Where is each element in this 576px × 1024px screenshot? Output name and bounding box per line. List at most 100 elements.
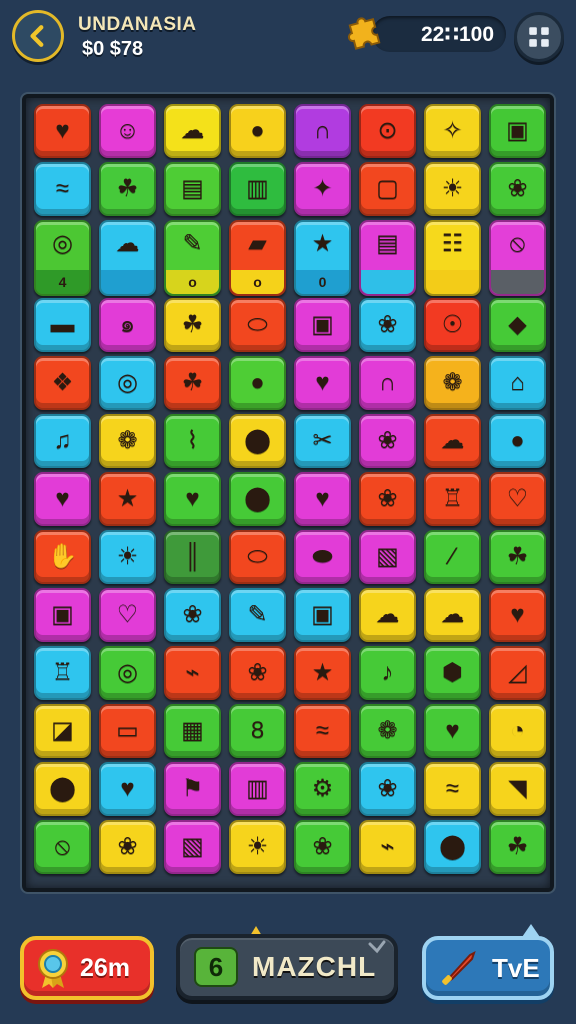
board-tile[interactable]: ▣ bbox=[34, 588, 91, 642]
board-tile[interactable]: ☘ bbox=[164, 298, 221, 352]
board-tile[interactable]: ⬭ bbox=[229, 298, 286, 352]
board-tile[interactable]: ◿ bbox=[489, 646, 546, 700]
board-tile[interactable]: ♥ bbox=[34, 472, 91, 526]
board-tile[interactable]: ❀ bbox=[359, 298, 416, 352]
board-tile[interactable]: ◎ bbox=[99, 356, 156, 410]
board-tile[interactable]: ✂ bbox=[294, 414, 351, 468]
board-tile[interactable]: ⦸ bbox=[489, 220, 546, 296]
board-tile[interactable]: ♥ bbox=[164, 472, 221, 526]
board-tile[interactable]: ⚙ bbox=[294, 762, 351, 816]
board-tile[interactable]: ☀ bbox=[424, 162, 481, 216]
board-tile[interactable]: ❀ bbox=[229, 646, 286, 700]
board-tile[interactable]: ▣ bbox=[294, 298, 351, 352]
match-button[interactable]: 6 MAZCHL bbox=[176, 934, 398, 1000]
board-tile[interactable]: ♥ bbox=[489, 588, 546, 642]
board-tile[interactable]: ☁ bbox=[359, 588, 416, 642]
board-tile[interactable]: ❀ bbox=[359, 414, 416, 468]
board-tile[interactable]: ❖ bbox=[34, 356, 91, 410]
board-tile[interactable]: ✎ o bbox=[164, 220, 221, 296]
board-tile[interactable]: ★ 0 bbox=[294, 220, 351, 296]
board-tile[interactable]: ⬤ bbox=[229, 472, 286, 526]
board-tile[interactable]: ♫ bbox=[34, 414, 91, 468]
board-tile[interactable]: ∩ bbox=[294, 104, 351, 158]
board-tile[interactable]: ▣ bbox=[294, 588, 351, 642]
board-tile[interactable]: ≈ bbox=[34, 162, 91, 216]
board-tile[interactable]: ∩ bbox=[359, 356, 416, 410]
board-tile[interactable]: ♥ bbox=[424, 704, 481, 758]
board-tile[interactable]: ♥ bbox=[294, 472, 351, 526]
board-tile[interactable]: ▧ bbox=[164, 820, 221, 874]
board-tile[interactable]: ⬤ bbox=[424, 820, 481, 874]
board-tile[interactable]: ♥ bbox=[34, 104, 91, 158]
board-tile[interactable]: ● bbox=[489, 414, 546, 468]
board-tile[interactable]: ☘ bbox=[489, 530, 546, 584]
board-tile[interactable]: ✋ bbox=[34, 530, 91, 584]
board-tile[interactable]: ❁ bbox=[99, 414, 156, 468]
board-tile[interactable]: ◥ bbox=[489, 762, 546, 816]
board-tile[interactable]: ● bbox=[229, 356, 286, 410]
board-tile[interactable]: ⚑ bbox=[164, 762, 221, 816]
board-tile[interactable]: ❁ bbox=[424, 356, 481, 410]
board-tile[interactable]: ❀ bbox=[164, 588, 221, 642]
board-tile[interactable]: ☷ bbox=[424, 220, 481, 296]
board-tile[interactable]: ▤ bbox=[164, 162, 221, 216]
settings-button[interactable] bbox=[514, 12, 564, 62]
board-tile[interactable]: ♖ bbox=[424, 472, 481, 526]
board-tile[interactable]: ║ bbox=[164, 530, 221, 584]
board-tile[interactable]: ❀ bbox=[99, 820, 156, 874]
board-tile[interactable]: ☀ bbox=[99, 530, 156, 584]
board-tile[interactable]: ☀ bbox=[229, 820, 286, 874]
board-tile[interactable]: ▰ o bbox=[229, 220, 286, 296]
board-tile[interactable]: ๑ bbox=[99, 298, 156, 352]
board-tile[interactable]: ♡ bbox=[99, 588, 156, 642]
board-tile[interactable]: ⬭ bbox=[229, 530, 286, 584]
board-tile[interactable]: ▢ bbox=[359, 162, 416, 216]
timer-button[interactable]: 26m bbox=[20, 936, 154, 1000]
board-tile[interactable]: ∕ bbox=[424, 530, 481, 584]
board-tile[interactable]: ★ bbox=[99, 472, 156, 526]
board-tile[interactable]: ⦸ bbox=[34, 820, 91, 874]
board-tile[interactable]: ▭ bbox=[99, 704, 156, 758]
tve-button[interactable]: TvE bbox=[422, 936, 554, 1000]
board-tile[interactable]: ★ bbox=[294, 646, 351, 700]
board-tile[interactable]: ≈ bbox=[294, 704, 351, 758]
board-tile[interactable]: ▧ bbox=[359, 530, 416, 584]
board-tile[interactable]: ☁ bbox=[424, 588, 481, 642]
board-tile[interactable]: ✧ bbox=[424, 104, 481, 158]
board-tile[interactable]: ❀ bbox=[489, 162, 546, 216]
board-tile[interactable]: ⌁ bbox=[164, 646, 221, 700]
board-tile[interactable]: ▥ bbox=[229, 162, 286, 216]
board-tile[interactable]: ▤ bbox=[359, 220, 416, 296]
board-tile[interactable]: ☁ bbox=[99, 220, 156, 296]
board-tile[interactable]: ❀ bbox=[294, 820, 351, 874]
board-tile[interactable]: ☘ bbox=[99, 162, 156, 216]
board-tile[interactable]: ❀ bbox=[359, 472, 416, 526]
board-tile[interactable]: ● bbox=[229, 104, 286, 158]
board-tile[interactable]: ◔ bbox=[489, 704, 546, 758]
board-tile[interactable]: ◪ bbox=[34, 704, 91, 758]
back-button[interactable] bbox=[12, 10, 64, 62]
board-tile[interactable]: ☘ bbox=[164, 356, 221, 410]
board-tile[interactable]: ◎ 4 bbox=[34, 220, 91, 296]
board-tile[interactable]: ⌇ bbox=[164, 414, 221, 468]
board-tile[interactable]: ⌁ bbox=[359, 820, 416, 874]
board-tile[interactable]: ♖ bbox=[34, 646, 91, 700]
board-tile[interactable]: ❀ bbox=[359, 762, 416, 816]
board-tile[interactable]: ▬ bbox=[34, 298, 91, 352]
board-tile[interactable]: ♥ bbox=[99, 762, 156, 816]
board-tile[interactable]: ⬢ bbox=[424, 646, 481, 700]
board-tile[interactable]: ☘ bbox=[489, 820, 546, 874]
board-tile[interactable]: ⊙ bbox=[359, 104, 416, 158]
board-tile[interactable]: ◎ bbox=[99, 646, 156, 700]
board-tile[interactable]: ❁ bbox=[359, 704, 416, 758]
board-tile[interactable]: ☉ bbox=[424, 298, 481, 352]
board-tile[interactable]: ◆ bbox=[489, 298, 546, 352]
board-tile[interactable]: ⬤ bbox=[229, 414, 286, 468]
board-tile[interactable]: ▣ bbox=[489, 104, 546, 158]
board-tile[interactable]: ♡ bbox=[489, 472, 546, 526]
board-tile[interactable]: ✦ bbox=[294, 162, 351, 216]
board-tile[interactable]: ☺ bbox=[99, 104, 156, 158]
board-tile[interactable]: ☁ bbox=[424, 414, 481, 468]
board-tile[interactable]: ⬤ bbox=[34, 762, 91, 816]
board-tile[interactable]: ≈ bbox=[424, 762, 481, 816]
